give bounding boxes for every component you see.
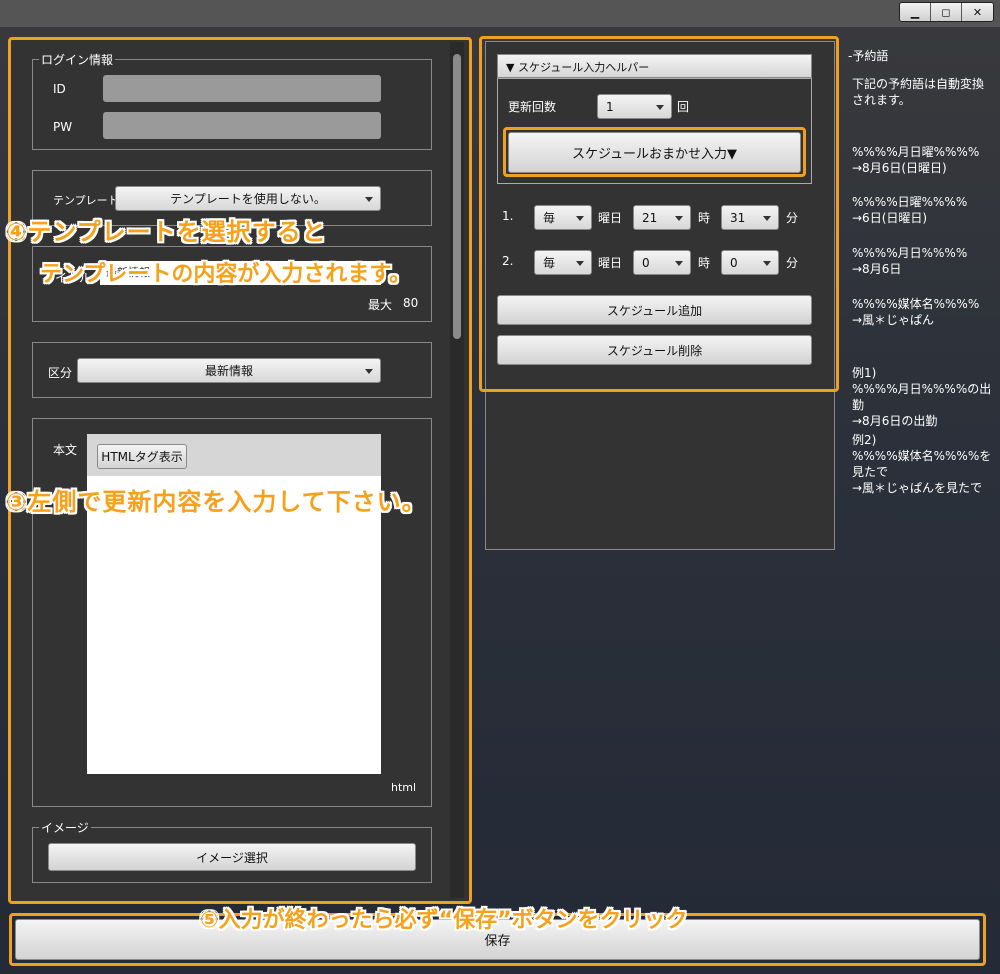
example-result: →風＊じゃぱんを見たで <box>852 481 983 495</box>
schedule-row-2-minute-value: 0 <box>730 255 738 270</box>
title-bar: ▁ ◻ ✕ <box>0 0 1000 27</box>
pw-input[interactable] <box>103 112 381 139</box>
schedule-row-2-num: 2. <box>502 254 514 268</box>
scrollbar-thumb[interactable] <box>453 54 461 339</box>
template-select[interactable]: テンプレートを使用しない。 <box>115 186 381 211</box>
reserved-word: %%%%媒体名%%%% <box>852 297 980 311</box>
close-button[interactable]: ✕ <box>962 3 993 21</box>
chevron-down-icon <box>675 260 683 266</box>
reserved-item: %%%%月日%%%% →8月6日 <box>852 245 967 277</box>
schedule-row-1-minute-label: 分 <box>786 211 799 225</box>
reserved-word: %%%%月日曜%%%% <box>852 145 980 159</box>
pw-label: PW <box>53 120 73 134</box>
html-mode-label: html <box>391 781 417 794</box>
delete-schedule-button[interactable]: スケジュール削除 <box>497 335 812 365</box>
example-item: 例2) %%%%媒体名%%%%を見たで →風＊じゃぱんを見たで <box>852 432 992 496</box>
example-item: 例1) %%%%月日%%%%の出勤 →8月6日の出勤 <box>852 365 992 429</box>
max-value: 80 <box>403 296 419 310</box>
example-label: 例2) <box>852 433 877 447</box>
chevron-down-icon <box>576 215 584 221</box>
reserved-word: %%%%日曜%%%% <box>852 195 968 209</box>
example-result: →8月6日の出勤 <box>852 414 938 428</box>
reserved-item: %%%%媒体名%%%% →風＊じゃぱん <box>852 296 979 328</box>
annotation-step5: ⑤入力が終わったら必ず“保存”ボタンをクリック <box>200 908 688 933</box>
annotation-step4-line1: ④テンプレートを選択すると <box>6 218 327 246</box>
auto-schedule-button[interactable]: スケジュールおまかせ入力▼ <box>508 132 801 173</box>
schedule-row-1-minute[interactable]: 31 <box>721 205 779 230</box>
reserved-description: 下記の予約語は自動変換されます。 <box>852 77 985 107</box>
annotation-step4-line2: テンプレートの内容が入力されます。 <box>40 262 412 287</box>
schedule-row-2-hour-label: 時 <box>698 256 711 270</box>
login-legend: ログイン情報 <box>39 51 116 68</box>
category-select[interactable]: 最新情報 <box>77 358 381 383</box>
reserved-result: →風＊じゃぱん <box>852 313 935 327</box>
schedule-row-1-num: 1. <box>502 209 514 223</box>
max-label: 最大 <box>368 298 393 312</box>
update-count-unit: 回 <box>677 100 690 114</box>
example-text: %%%%月日%%%%の出勤 <box>852 382 992 412</box>
schedule-row-1-hour[interactable]: 21 <box>633 205 691 230</box>
expand-triangle-icon: ▼ <box>506 61 515 74</box>
maximize-button[interactable]: ◻ <box>931 3 962 21</box>
reserved-result: →6日(日曜日) <box>852 211 928 225</box>
schedule-row-1-day-label: 曜日 <box>598 211 623 225</box>
schedule-row-1-hour-label: 時 <box>698 211 711 225</box>
schedule-row-1-freq[interactable]: 毎 <box>534 205 592 230</box>
template-label: テンプレート <box>53 194 119 207</box>
id-label: ID <box>53 82 66 96</box>
schedule-row-1-freq-value: 毎 <box>543 211 556 225</box>
chevron-down-icon <box>763 215 771 221</box>
image-legend: イメージ <box>39 819 91 836</box>
chevron-down-icon <box>576 260 584 266</box>
annotation-step3: ③左側で更新内容を入力して下さい。 <box>6 488 427 516</box>
helper-header[interactable]: ▼ スケジュール入力ヘルパー <box>497 54 812 78</box>
chevron-down-icon <box>365 368 373 374</box>
chevron-down-icon <box>656 104 664 110</box>
reserved-title: -予約語 <box>848 49 889 63</box>
schedule-row-1-minute-value: 31 <box>730 210 746 225</box>
schedule-row-2-day-label: 曜日 <box>598 256 623 270</box>
helper-header-label: スケジュール入力ヘルパー <box>517 61 650 74</box>
schedule-row-2-minute-label: 分 <box>786 256 799 270</box>
chevron-down-icon <box>763 260 771 266</box>
update-count-value: 1 <box>606 99 614 114</box>
schedule-row-2-hour[interactable]: 0 <box>633 250 691 275</box>
schedule-row-2-freq[interactable]: 毎 <box>534 250 592 275</box>
category-label: 区分 <box>48 366 73 380</box>
example-text: %%%%媒体名%%%%を見たで <box>852 449 992 479</box>
minimize-button[interactable]: ▁ <box>900 3 931 21</box>
reserved-word: %%%%月日%%%% <box>852 246 968 260</box>
template-select-value: テンプレートを使用しない。 <box>170 192 326 206</box>
body-label: 本文 <box>53 443 78 457</box>
update-count-select[interactable]: 1 <box>597 94 672 119</box>
image-select-button[interactable]: イメージ選択 <box>48 843 416 871</box>
html-tag-button[interactable]: HTMLタグ表示 <box>97 444 187 469</box>
id-input[interactable] <box>103 75 381 102</box>
schedule-row-2-minute[interactable]: 0 <box>721 250 779 275</box>
reserved-item: %%%%日曜%%%% →6日(日曜日) <box>852 194 967 226</box>
schedule-row-1-hour-value: 21 <box>642 210 658 225</box>
schedule-row-2-hour-value: 0 <box>642 255 650 270</box>
reserved-result: →8月6日(日曜日) <box>852 161 947 175</box>
chevron-down-icon <box>675 215 683 221</box>
chevron-down-icon <box>365 196 373 202</box>
window-controls: ▁ ◻ ✕ <box>899 2 994 22</box>
add-schedule-button[interactable]: スケジュール追加 <box>497 295 812 325</box>
body-editor[interactable] <box>87 476 381 774</box>
category-select-value: 最新情報 <box>204 364 253 378</box>
schedule-row-2-freq-value: 毎 <box>543 256 556 270</box>
reserved-item: %%%%月日曜%%%% →8月6日(日曜日) <box>852 144 979 176</box>
example-label: 例1) <box>852 366 877 380</box>
update-count-label: 更新回数 <box>508 100 557 114</box>
reserved-result: →8月6日 <box>852 262 902 276</box>
